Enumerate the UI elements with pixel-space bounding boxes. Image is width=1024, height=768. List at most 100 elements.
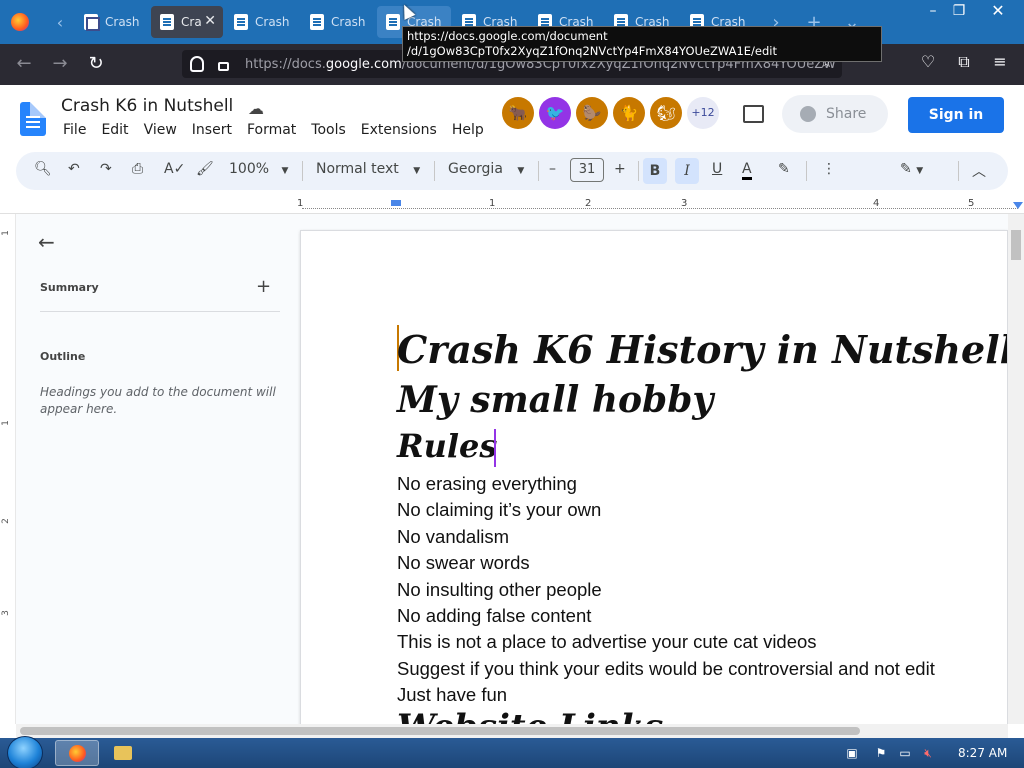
formatting-toolbar: 🔍︎ ↶ ↷ ⎙ A✓ 🖌︎ 100% ▼ Normal text ▼ Geor… xyxy=(16,152,1008,190)
menu-edit[interactable]: Edit xyxy=(101,122,128,138)
rule-line[interactable]: No insulting other people xyxy=(397,579,602,601)
italic-icon[interactable]: I xyxy=(675,158,699,184)
horizontal-scrollbar[interactable] xyxy=(16,724,1008,738)
collaborator-avatar[interactable]: 🐂 xyxy=(502,97,534,129)
rule-line[interactable]: No erasing everything xyxy=(397,473,577,495)
volume-muted-icon[interactable]: 🔇︎ xyxy=(921,746,935,760)
collaborator-avatar[interactable]: 🦫 xyxy=(576,97,608,129)
rule-line[interactable]: No adding false content xyxy=(397,605,591,627)
network-tray-icon[interactable]: ▣ xyxy=(845,746,859,760)
close-window-icon[interactable]: ✕ xyxy=(982,0,1014,22)
taskbar-file-explorer[interactable] xyxy=(100,740,144,766)
add-summary-plus-icon[interactable]: + xyxy=(256,276,271,297)
lock-icon[interactable] xyxy=(218,61,229,71)
search-menus-icon[interactable]: 🔍︎ xyxy=(34,161,52,177)
print-icon[interactable]: ⎙ xyxy=(132,161,143,177)
scroll-tabs-left-icon[interactable]: ‹ xyxy=(49,13,71,32)
right-indent-marker-icon[interactable] xyxy=(1013,202,1023,209)
tracking-shield-icon[interactable] xyxy=(190,56,204,72)
display-tray-icon[interactable]: ▭ xyxy=(898,746,912,760)
rule-line[interactable]: Suggest if you think your edits would be… xyxy=(397,658,935,680)
ruler-number: 5 xyxy=(968,198,975,209)
browser-tab[interactable]: Cra ✕ xyxy=(151,6,223,38)
firefox-icon xyxy=(69,745,86,762)
browser-tab[interactable]: Crash xyxy=(301,6,375,38)
taskbar-firefox[interactable] xyxy=(55,740,99,766)
maximize-icon[interactable]: ❐ xyxy=(943,0,975,22)
tab-label: Crash xyxy=(105,15,140,29)
indent-marker-icon[interactable] xyxy=(391,200,401,206)
document-page[interactable]: Crash K6 History in Nutshell My small ho… xyxy=(300,230,1008,724)
horizontal-ruler[interactable]: 1123456 xyxy=(0,196,1024,214)
collaborator-cursor xyxy=(494,429,496,467)
collaborator-avatar[interactable]: 🐦 xyxy=(539,97,571,129)
zoom-select[interactable]: 100% ▼ xyxy=(229,161,288,177)
vertical-scrollbar[interactable] xyxy=(1008,214,1024,724)
rule-line[interactable]: No vandalism xyxy=(397,526,509,548)
reload-icon[interactable]: ↻ xyxy=(84,52,108,76)
more-options-icon[interactable]: ⋮ xyxy=(822,161,836,177)
menu-extensions[interactable]: Extensions xyxy=(361,122,437,138)
app-menu-icon[interactable]: ≡ xyxy=(988,52,1012,71)
increase-font-size-icon[interactable]: + xyxy=(614,161,626,177)
close-outline-back-arrow-icon[interactable]: ← xyxy=(38,230,55,254)
browser-tab[interactable]: Crash xyxy=(225,6,299,38)
heading-rules[interactable]: Rules xyxy=(397,427,497,465)
tab-label: Crash xyxy=(331,15,366,29)
redo-icon[interactable]: ↷ xyxy=(100,161,112,177)
rule-line[interactable]: Just have fun xyxy=(397,684,507,706)
toolbar-divider xyxy=(302,161,303,181)
editing-mode-icon[interactable]: ✎ ▼ xyxy=(900,161,923,177)
rule-line[interactable]: No claiming it’s your own xyxy=(397,499,601,521)
cloud-saved-icon[interactable]: ☁ xyxy=(248,99,268,118)
globe-icon xyxy=(800,106,816,122)
menu-file[interactable]: File xyxy=(63,122,86,138)
heading-subtitle[interactable]: My small hobby xyxy=(397,379,713,421)
vertical-ruler[interactable]: 1 1 2 3 xyxy=(0,214,16,724)
decrease-font-size-icon[interactable]: – xyxy=(549,161,556,177)
back-icon[interactable]: ← xyxy=(12,52,36,76)
pocket-icon[interactable]: ♡ xyxy=(916,52,940,71)
outline-hint: Headings you add to the document will ap… xyxy=(40,385,276,416)
heading-website-links[interactable]: Website Links xyxy=(397,707,663,724)
outline-label: Outline xyxy=(40,350,86,363)
menu-tools[interactable]: Tools xyxy=(311,122,346,138)
sign-in-button[interactable]: Sign in xyxy=(908,97,1004,133)
more-collaborators-badge[interactable]: +12 xyxy=(687,97,719,129)
paint-format-icon[interactable]: 🖌︎ xyxy=(196,161,214,177)
spellcheck-icon[interactable]: A✓ xyxy=(164,161,185,177)
underline-icon[interactable]: U xyxy=(712,161,722,177)
heading-title[interactable]: Crash K6 History in Nutshell xyxy=(397,327,1007,372)
menu-view[interactable]: View xyxy=(144,122,177,138)
text-color-icon[interactable]: A xyxy=(742,161,752,180)
browser-tab[interactable]: Crash xyxy=(75,6,149,38)
horizontal-scrollbar-thumb[interactable] xyxy=(20,727,860,735)
collaborator-avatar[interactable]: 🐈 xyxy=(613,97,645,129)
font-size-input[interactable]: 31 xyxy=(570,158,604,182)
forward-icon[interactable]: → xyxy=(48,52,72,76)
share-button[interactable]: Share xyxy=(782,95,888,133)
menu-help[interactable]: Help xyxy=(452,122,484,138)
highlight-color-icon[interactable]: ✎ xyxy=(778,161,790,177)
firefox-menu-icon[interactable] xyxy=(11,13,29,31)
collaborator-avatar[interactable]: 🐿 xyxy=(650,97,682,129)
close-tab-icon[interactable]: ✕ xyxy=(204,13,216,29)
document-title[interactable]: Crash K6 in Nutshell xyxy=(61,96,233,116)
menu-format[interactable]: Format xyxy=(247,122,296,138)
action-center-flag-icon[interactable]: ⚑ xyxy=(874,746,888,760)
menu-insert[interactable]: Insert xyxy=(192,122,232,138)
bold-icon[interactable]: B xyxy=(643,158,667,184)
google-docs-logo-icon[interactable] xyxy=(20,102,46,136)
extensions-icon[interactable]: ⧉ xyxy=(952,52,976,72)
vertical-scrollbar-thumb[interactable] xyxy=(1011,230,1021,260)
paragraph-style-select[interactable]: Normal text ▼ xyxy=(316,161,420,177)
rule-line[interactable]: This is not a place to advertise your cu… xyxy=(397,631,817,653)
start-button-icon[interactable] xyxy=(7,736,43,768)
taskbar-clock[interactable]: 8:27 AM xyxy=(958,746,1007,760)
comment-history-icon[interactable] xyxy=(743,105,764,123)
document-canvas: ← Summary + Outline Headings you add to … xyxy=(16,214,1008,724)
font-family-select[interactable]: Georgia ▼ xyxy=(448,161,524,177)
hide-menus-chevron-up-icon[interactable]: ︿ xyxy=(972,161,986,181)
undo-icon[interactable]: ↶ xyxy=(68,161,80,177)
rule-line[interactable]: No swear words xyxy=(397,552,530,574)
